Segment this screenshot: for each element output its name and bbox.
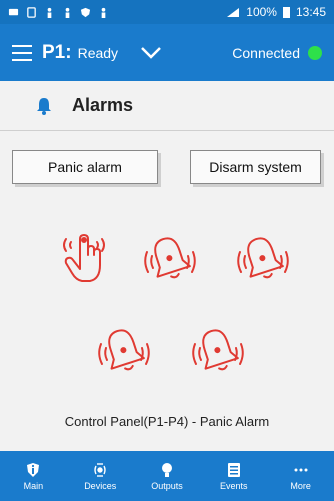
connection-status: Connected xyxy=(232,45,322,61)
person-icon xyxy=(101,7,106,18)
panic-touch-icon[interactable] xyxy=(52,225,116,289)
nav-outputs[interactable]: Outputs xyxy=(134,451,201,501)
info-icon xyxy=(27,462,40,477)
person-icon xyxy=(47,7,52,18)
alarm-status-text: Control Panel(P1-P4) - Panic Alarm xyxy=(64,414,270,429)
disarm-system-button[interactable]: Disarm system xyxy=(190,150,321,184)
clock: 13:45 xyxy=(295,5,326,19)
chevron-down-icon[interactable] xyxy=(140,46,162,60)
panic-alarm-button[interactable]: Panic alarm xyxy=(12,150,158,184)
nav-devices-label: Devices xyxy=(84,480,117,491)
bottom-nav: Main Devices Outputs Events More xyxy=(0,451,334,501)
app-bar: P1: Ready Connected xyxy=(0,24,334,81)
events-icon xyxy=(227,462,240,477)
nav-more[interactable]: More xyxy=(267,451,334,501)
system-status: 100% 13:45 xyxy=(226,5,326,19)
ringing-bell-icon[interactable] xyxy=(92,320,156,384)
nav-outputs-label: Outputs xyxy=(151,480,183,491)
tablet-icon xyxy=(27,6,36,18)
more-icon xyxy=(294,468,308,471)
action-buttons: Panic alarm Disarm system xyxy=(0,150,334,194)
section-header: Alarms xyxy=(0,81,334,131)
ringing-bell-icon[interactable] xyxy=(186,320,250,384)
nav-main-label: Main xyxy=(23,480,44,491)
bulb-icon xyxy=(161,462,172,477)
ringing-bell-icon[interactable] xyxy=(231,228,295,292)
shield-icon xyxy=(80,7,91,17)
connected-indicator xyxy=(308,45,322,60)
panel-id: P1: xyxy=(42,41,72,63)
bell-icon xyxy=(37,97,51,115)
status-bar: 100% 13:45 xyxy=(0,0,334,24)
panel-state: Ready xyxy=(77,44,119,61)
nav-events[interactable]: Events xyxy=(200,451,267,501)
ringing-bell-icon[interactable] xyxy=(138,228,202,292)
nav-devices[interactable]: Devices xyxy=(67,451,134,501)
message-icon xyxy=(8,8,19,15)
nav-main[interactable]: Main xyxy=(0,451,67,501)
devices-icon xyxy=(94,462,106,477)
connection-label: Connected xyxy=(232,44,300,61)
nav-more-label: More xyxy=(290,480,311,491)
battery-percent: 100% xyxy=(246,5,277,19)
battery-icon xyxy=(282,7,290,18)
notification-icons xyxy=(8,6,109,18)
signal-icon xyxy=(227,7,240,17)
nav-events-label: Events xyxy=(220,480,248,491)
section-title: Alarms xyxy=(72,95,134,115)
hamburger-menu-icon[interactable] xyxy=(12,44,32,61)
person-icon xyxy=(65,7,70,18)
